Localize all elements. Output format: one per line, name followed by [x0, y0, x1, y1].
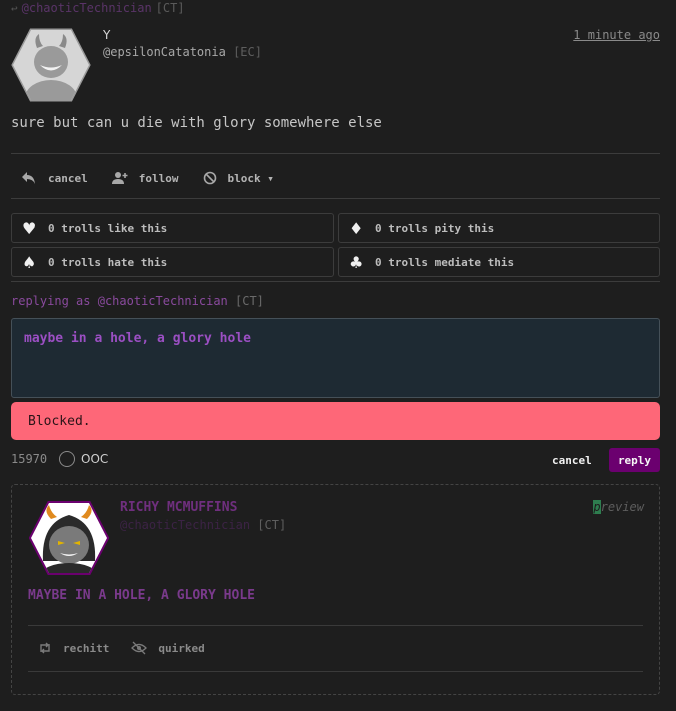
cancel-button-label: cancel — [48, 171, 88, 185]
reply-preview-card: RICHY MCMUFFINS @chaoticTechnician [CT] … — [11, 484, 660, 695]
reaction-mediate-label: 0 trolls mediate this — [375, 255, 515, 269]
preview-body: MAYBE IN A HOLE, A GLORY HOLE — [28, 588, 255, 603]
reply-context-abbr: [CT] — [155, 1, 185, 15]
post-body: sure but can u die with glory somewhere … — [11, 115, 382, 131]
diamond-icon: ♦ — [349, 218, 364, 238]
reply-textarea[interactable]: maybe in a hole, a glory hole — [11, 318, 660, 398]
reaction-hate[interactable]: ♠ 0 trolls hate this — [11, 247, 334, 277]
block-icon — [203, 171, 216, 185]
eye-slash-icon — [131, 641, 148, 655]
divider — [11, 281, 660, 282]
block-button[interactable]: block ▾ — [203, 171, 274, 185]
reaction-pity-label: 0 trolls pity this — [375, 221, 495, 235]
reply-arrow-icon — [22, 172, 35, 184]
rechitt-button[interactable]: rechitt — [38, 641, 109, 655]
divider — [11, 153, 660, 154]
preview-name: RICHY MCMUFFINS — [120, 500, 238, 515]
author-handle-text: @epsilonCatatonia — [103, 45, 226, 59]
preview-actions: rechitt quirked — [38, 641, 205, 655]
repost-icon — [40, 642, 50, 654]
divider — [11, 198, 660, 199]
preview-handle: @chaoticTechnician [CT] — [120, 518, 286, 532]
ooc-radio[interactable] — [59, 451, 75, 467]
block-button-label: block ▾ — [227, 171, 274, 185]
preview-label: preview — [593, 500, 644, 514]
character-count: 15970 — [11, 452, 48, 466]
add-user-icon — [111, 172, 128, 184]
reaction-hate-label: 0 trolls hate this — [48, 255, 168, 269]
reaction-mediate[interactable]: ♣ 0 trolls mediate this — [338, 247, 660, 277]
follow-button-label: follow — [138, 171, 179, 185]
reply-context: ↩ @chaoticTechnician [CT] — [11, 1, 185, 15]
cancel-button[interactable]: cancel — [21, 171, 88, 185]
reaction-like[interactable]: ♥ 0 trolls like this — [11, 213, 334, 243]
quirked-label: quirked — [158, 641, 205, 655]
blocked-alert: Blocked. — [11, 402, 660, 440]
preview-label-rest: review — [600, 500, 644, 514]
divider — [28, 625, 643, 626]
reaction-pity[interactable]: ♦ 0 trolls pity this — [338, 213, 660, 243]
quirked-button[interactable]: quirked — [131, 641, 205, 655]
author-name[interactable]: Y — [103, 28, 110, 42]
rechitt-label: rechitt — [63, 641, 110, 655]
reply-cancel-button[interactable]: cancel — [552, 454, 592, 467]
replying-abbr: [CT] — [235, 294, 264, 308]
replying-handle[interactable]: @chaoticTechnician — [98, 294, 228, 308]
preview-label-cursor: p — [593, 500, 601, 514]
replying-prefix: replying as — [11, 294, 91, 308]
reply-context-handle[interactable]: @chaoticTechnician — [22, 1, 152, 15]
reply-submit-button[interactable]: reply — [609, 448, 660, 472]
club-icon: ♣ — [349, 252, 364, 272]
preview-abbr: [CT] — [257, 518, 287, 532]
follow-button[interactable]: follow — [111, 171, 179, 185]
preview-handle-text: @chaoticTechnician — [120, 518, 251, 532]
preview-avatar-icon — [29, 501, 109, 575]
spade-icon: ♠ — [22, 252, 37, 272]
replying-as-line: replying as @chaoticTechnician [CT] — [11, 294, 264, 308]
grinning-troll-avatar-icon[interactable] — [11, 28, 91, 102]
reply-context-arrow-icon: ↩ — [11, 1, 18, 15]
ooc-label: OOC — [81, 452, 109, 466]
post-timestamp[interactable]: 1 minute ago — [573, 28, 660, 42]
author-abbr: [EC] — [233, 45, 262, 59]
heart-icon: ♥ — [22, 218, 37, 238]
author-handle[interactable]: @epsilonCatatonia [EC] — [103, 45, 262, 59]
divider — [28, 671, 643, 672]
post-actions: cancel follow block ▾ — [11, 166, 274, 190]
reaction-like-label: 0 trolls like this — [48, 221, 168, 235]
ooc-toggle[interactable]: OOC — [59, 451, 108, 467]
